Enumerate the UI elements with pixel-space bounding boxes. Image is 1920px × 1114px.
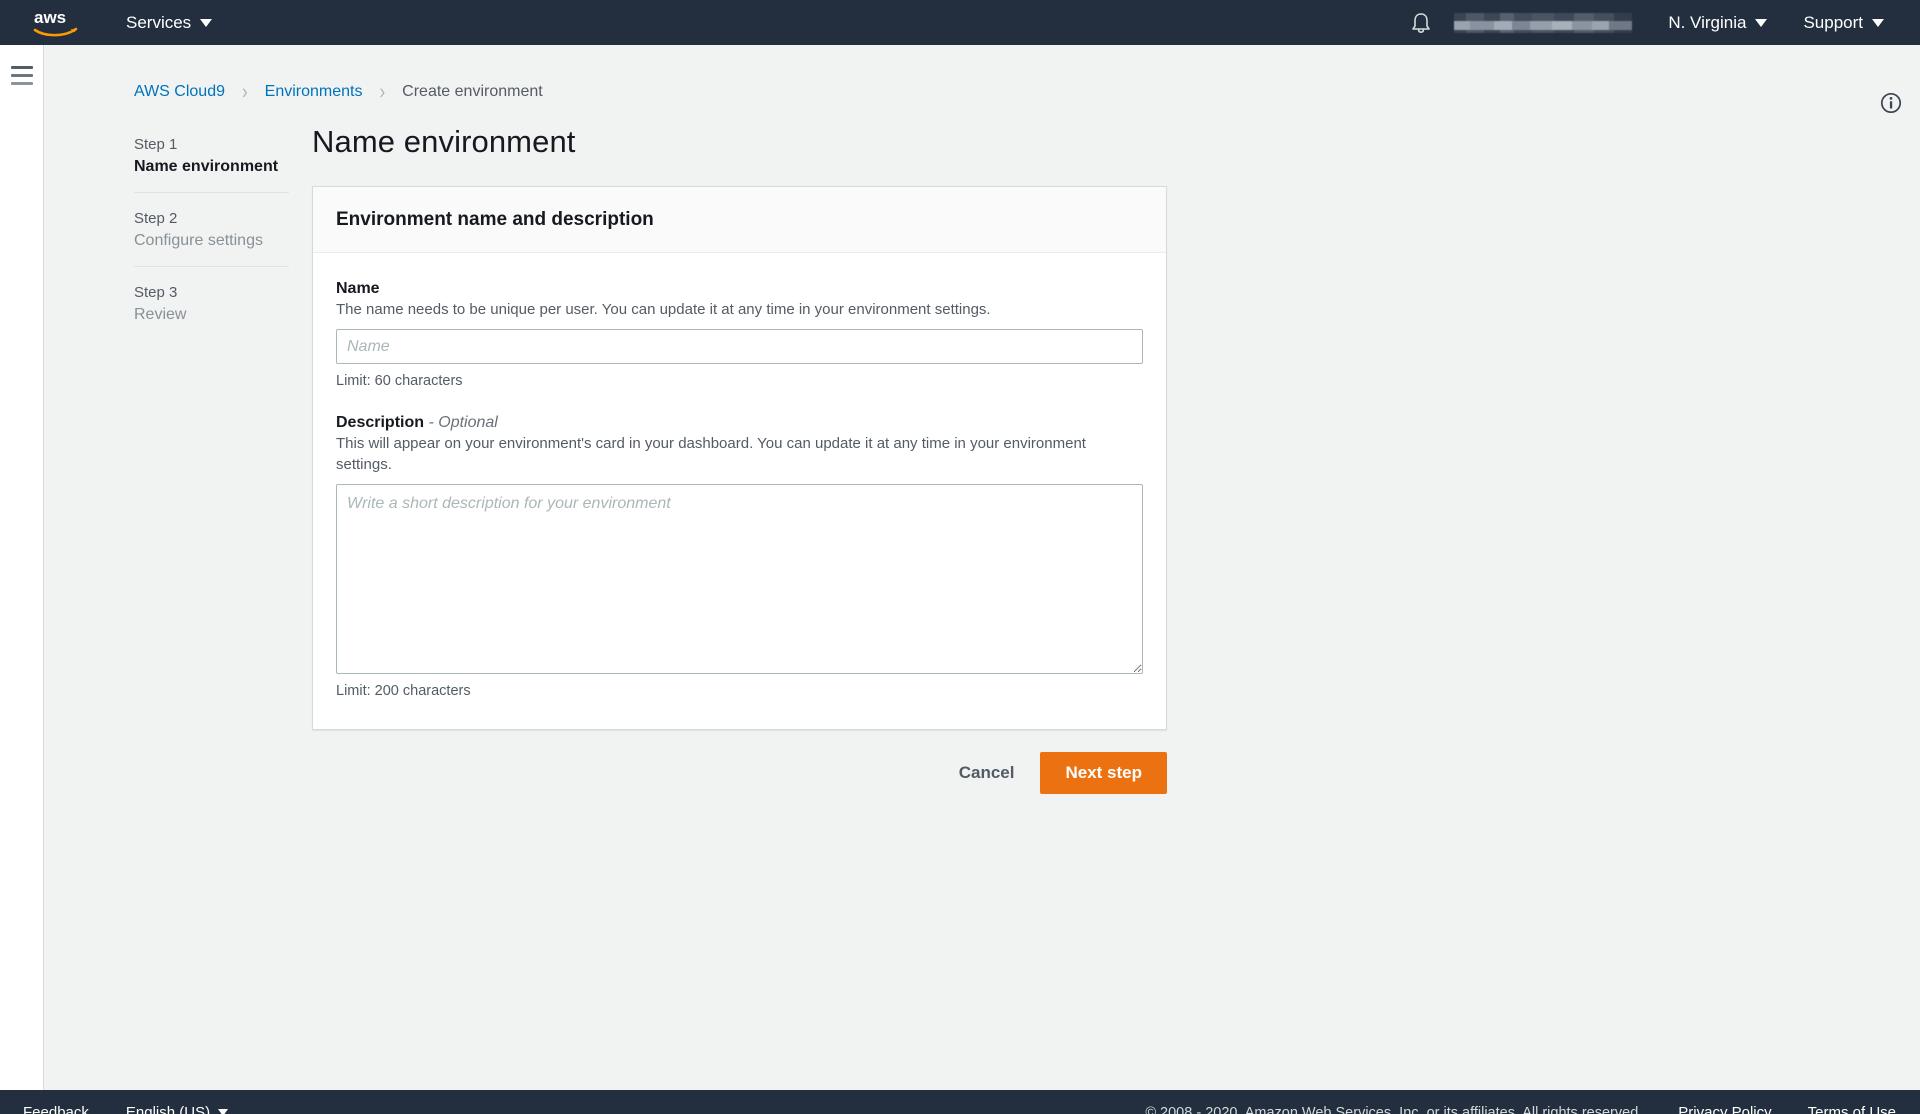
name-field-label: Name	[336, 280, 380, 297]
description-label-text: Description	[336, 414, 425, 432]
wizard-action-buttons: Cancel Next step	[312, 751, 1167, 794]
description-field-description: This will appear on your environment's c…	[336, 435, 1086, 473]
terms-of-use-link[interactable]: Terms of Use	[1808, 1104, 1896, 1114]
chevron-down-icon	[218, 1109, 229, 1114]
hamburger-bar	[10, 74, 33, 77]
card-body: Name The name needs to be unique per use…	[313, 253, 1166, 729]
region-label: N. Virginia	[1668, 12, 1747, 32]
privacy-policy-link[interactable]: Privacy Policy	[1678, 1104, 1771, 1114]
content-area: AWS Cloud9 › Environments › Create envir…	[44, 45, 1920, 1090]
left-rail	[0, 45, 44, 1090]
description-textarea[interactable]	[336, 483, 1143, 674]
card-header-title: Environment name and description	[336, 209, 654, 230]
language-selector-button[interactable]: English (US)	[125, 1104, 229, 1114]
top-nav-right-group: N. Virginia Support	[1410, 0, 1920, 45]
cancel-button[interactable]: Cancel	[955, 755, 1019, 791]
feedback-link[interactable]: Feedback	[23, 1104, 89, 1114]
wizard-step-title: Name environment	[134, 158, 279, 175]
next-step-button[interactable]: Next step	[1040, 751, 1167, 794]
hamburger-bar	[10, 82, 33, 85]
description-field-limit: Limit: 200 characters	[336, 682, 471, 699]
wizard-steps-sidebar: Step 1 Name environment Step 2 Configure…	[134, 124, 289, 794]
notifications-bell-button[interactable]	[1410, 11, 1432, 35]
wizard-step-title: Review	[134, 306, 187, 323]
name-field-group: Name The name needs to be unique per use…	[336, 280, 1143, 389]
wizard-step-title: Configure settings	[134, 232, 263, 249]
page-title: Name environment	[312, 124, 576, 159]
wizard-layout: Step 1 Name environment Step 2 Configure…	[44, 124, 1920, 794]
footer-right-group: © 2008 - 2020, Amazon Web Services, Inc.…	[1145, 1104, 1896, 1114]
account-menu-button[interactable]	[1454, 12, 1633, 33]
name-input[interactable]	[336, 329, 1143, 365]
wizard-step-number: Step 1	[134, 136, 178, 153]
page-body: AWS Cloud9 › Environments › Create envir…	[0, 45, 1920, 1090]
chevron-down-icon	[200, 18, 213, 27]
top-navigation-bar: aws Services N. Virginia Support	[0, 0, 1920, 45]
info-panel-button[interactable]	[1880, 92, 1902, 119]
breadcrumb-item-aws-cloud9[interactable]: AWS Cloud9	[134, 83, 225, 101]
card-header: Environment name and description	[313, 187, 1166, 253]
svg-text:aws: aws	[34, 8, 66, 27]
region-selector-button[interactable]: N. Virginia	[1668, 12, 1768, 33]
hamburger-menu-icon[interactable]	[10, 66, 33, 1090]
language-label: English (US)	[125, 1104, 211, 1114]
name-field-limit: Limit: 60 characters	[336, 373, 463, 390]
support-menu-button[interactable]: Support	[1803, 13, 1884, 33]
breadcrumb-item-environments[interactable]: Environments	[265, 83, 363, 101]
aws-logo-icon: aws	[33, 8, 78, 36]
description-field-label: Description - Optional	[336, 414, 1143, 432]
environment-name-card: Environment name and description Name Th…	[312, 186, 1167, 730]
breadcrumb-separator-icon: ›	[242, 79, 248, 104]
chevron-down-icon	[1755, 18, 1768, 27]
breadcrumb: AWS Cloud9 › Environments › Create envir…	[44, 79, 1920, 104]
name-field-description: The name needs to be unique per user. Yo…	[336, 301, 991, 318]
description-optional-tag: - Optional	[428, 414, 498, 432]
support-label: Support	[1803, 12, 1863, 32]
services-label: Services	[126, 12, 192, 32]
wizard-step-review[interactable]: Step 3 Review	[134, 266, 289, 340]
chevron-down-icon	[1872, 18, 1884, 27]
footer-left-group: Feedback English (US)	[0, 1104, 229, 1114]
bell-icon	[1412, 12, 1431, 33]
hamburger-bar	[10, 66, 33, 69]
breadcrumb-separator-icon: ›	[379, 79, 386, 104]
aws-logo[interactable]: aws	[33, 8, 79, 38]
description-field-group: Description - Optional This will appear …	[336, 414, 1143, 699]
wizard-step-name-environment[interactable]: Step 1 Name environment	[134, 136, 289, 192]
wizard-form-column: Name environment Environment name and de…	[312, 124, 1167, 794]
breadcrumb-item-create-environment: Create environment	[402, 83, 543, 100]
info-circle-icon	[1880, 92, 1902, 114]
wizard-step-configure-settings[interactable]: Step 2 Configure settings	[134, 192, 289, 266]
footer-bar: Feedback English (US) © 2008 - 2020, Ama…	[0, 1090, 1920, 1114]
wizard-step-number: Step 3	[134, 284, 178, 301]
wizard-step-number: Step 2	[134, 210, 178, 227]
copyright-text: © 2008 - 2020, Amazon Web Services, Inc.…	[1145, 1104, 1643, 1114]
services-menu-button[interactable]: Services	[126, 12, 213, 33]
